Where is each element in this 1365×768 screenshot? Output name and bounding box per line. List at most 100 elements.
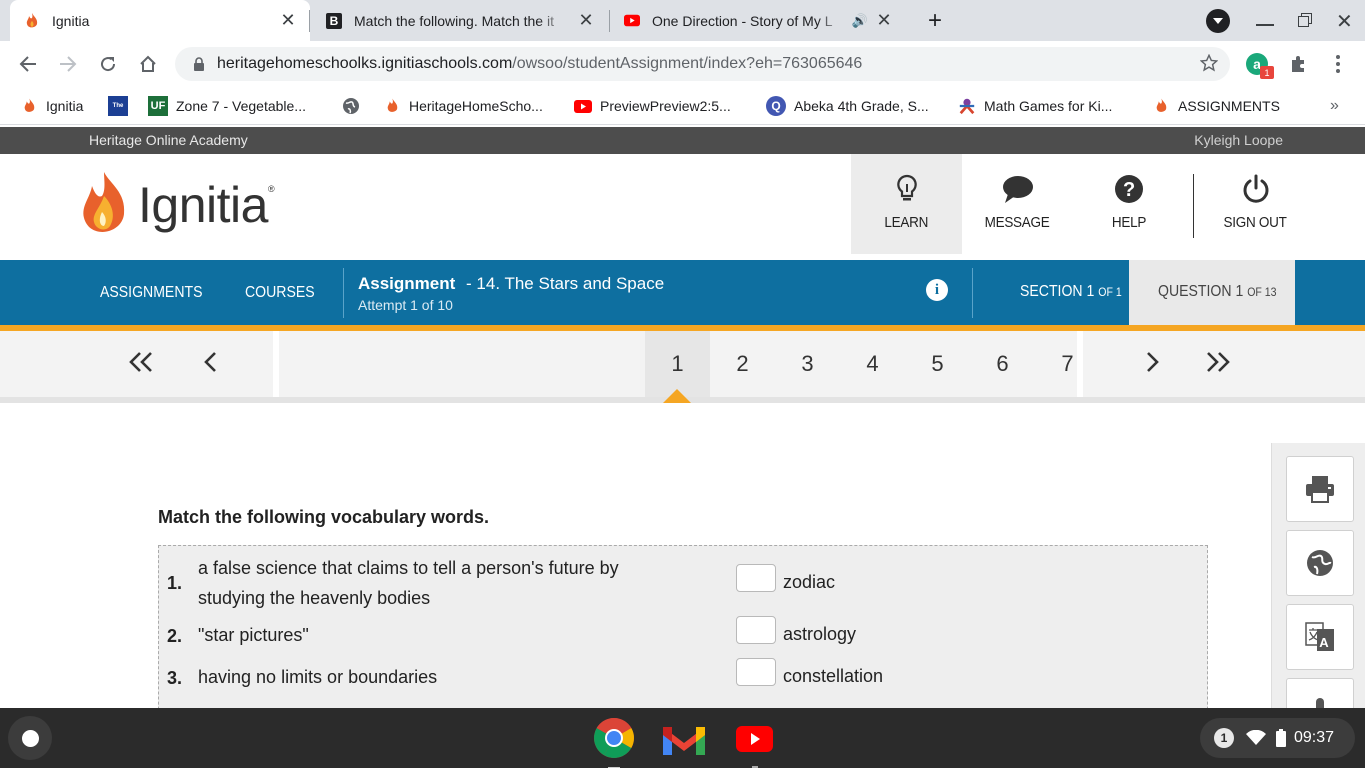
- bookmark-ignitia[interactable]: Ignitia: [20, 87, 83, 125]
- nav-label: MESSAGE: [985, 214, 1050, 231]
- gmail-app[interactable]: [663, 723, 705, 760]
- launcher-button[interactable]: [8, 716, 52, 760]
- browser-toolbar: heritagehomeschoolks.ignitiaschools.com /…: [0, 41, 1365, 87]
- nav-learn[interactable]: LEARN: [851, 154, 962, 254]
- answer-input[interactable]: [736, 616, 776, 644]
- info-icon[interactable]: i: [926, 279, 948, 301]
- star-icon[interactable]: [1199, 53, 1219, 77]
- arrow-right-icon: [60, 56, 77, 72]
- chrome-app[interactable]: [593, 717, 635, 768]
- more-bookmarks-button[interactable]: »: [1330, 87, 1339, 125]
- close-icon[interactable]: ✕: [280, 10, 296, 31]
- courses-link[interactable]: COURSES: [245, 284, 324, 302]
- gmail-icon: [663, 727, 705, 755]
- restore-button[interactable]: [1298, 13, 1312, 27]
- bookmarks-bar: Ignitia The UF Zone 7 - Vegetable... Her…: [0, 87, 1365, 125]
- tab-ignitia[interactable]: Ignitia ✕: [10, 0, 310, 41]
- reload-button[interactable]: [90, 41, 126, 87]
- pager-left: [0, 331, 273, 397]
- answer-option: zodiac: [783, 572, 836, 592]
- web-search-button[interactable]: [1286, 530, 1354, 596]
- divider: [343, 268, 344, 318]
- chrome-icon: [594, 718, 634, 758]
- nav-label: LEARN: [884, 214, 929, 231]
- url-host: heritagehomeschoolks.ignitiaschools.com: [217, 55, 513, 72]
- translate-button[interactable]: A: [1286, 604, 1354, 670]
- bookmark-globe[interactable]: [342, 87, 368, 125]
- back-button[interactable]: [10, 41, 46, 87]
- print-button[interactable]: [1286, 456, 1354, 522]
- close-window-button[interactable]: ✕: [1336, 9, 1353, 34]
- question-indicator: QUESTION 1 OF 13: [1129, 260, 1295, 325]
- page-1[interactable]: 1: [645, 331, 710, 397]
- bookmark-heritagehomeschool[interactable]: HeritageHomeScho...: [383, 87, 543, 125]
- bookmark-preview[interactable]: PreviewPreview2:5...: [574, 87, 731, 125]
- tab-search-button[interactable]: [1206, 9, 1230, 33]
- lock-icon: [194, 57, 204, 71]
- item-number: 3.: [167, 668, 183, 688]
- bookmark-weather-channel[interactable]: The: [108, 87, 136, 125]
- bookmark-label: ASSIGNMENTS: [1178, 98, 1280, 114]
- os-shelf: 1 09:37: [0, 708, 1365, 768]
- tab-brainly[interactable]: B Match the following. Match the it ✕: [312, 0, 608, 41]
- bookmark-math-games[interactable]: Math Games for Ki...: [958, 87, 1112, 125]
- assignment-bar: ASSIGNMENTS COURSES Assignment - 14. The…: [0, 260, 1365, 325]
- forward-button[interactable]: [50, 41, 86, 87]
- printer-icon: [1306, 476, 1334, 503]
- new-tab-button[interactable]: +: [922, 7, 948, 34]
- assignment-heading: Assignment - 14. The Stars and Space: [358, 274, 664, 294]
- clock: 09:37: [1294, 729, 1335, 746]
- page-2[interactable]: 2: [710, 331, 775, 397]
- launcher-icon: [21, 729, 39, 747]
- question-pager: 1 2 3 4 5 6 7: [0, 331, 1365, 403]
- answer-input[interactable]: [736, 658, 776, 686]
- tab-youtube[interactable]: One Direction - Story of My L 🔊 ✕: [610, 0, 906, 41]
- next-page-button[interactable]: [1143, 349, 1163, 380]
- uf-icon: UF: [148, 96, 168, 116]
- ignitia-flame-icon: [83, 172, 125, 232]
- youtube-app[interactable]: [736, 726, 773, 768]
- question-prompt: Match the following vocabulary words.: [158, 507, 490, 527]
- ignitia-logo[interactable]: Ignitia ®: [80, 170, 275, 240]
- globe-icon: [1307, 550, 1333, 576]
- help-icon: ?: [1114, 175, 1143, 203]
- tab-title: One Direction - Story of My L: [652, 12, 833, 29]
- brainly-icon: B: [326, 12, 342, 29]
- page-6[interactable]: 6: [970, 331, 1035, 397]
- item-text-line: a false science that claims to tell a pe…: [198, 558, 619, 578]
- page-5[interactable]: 5: [905, 331, 970, 397]
- answer-input[interactable]: [736, 564, 776, 592]
- assignments-link[interactable]: ASSIGNMENTS: [100, 284, 216, 302]
- audio-playing-icon[interactable]: 🔊: [852, 13, 868, 29]
- user-name[interactable]: Kyleigh Loope: [1194, 132, 1283, 148]
- tab-title: Ignitia: [52, 12, 90, 29]
- nav-sign-out[interactable]: SIGN OUT: [1200, 154, 1311, 254]
- page-3[interactable]: 3: [775, 331, 840, 397]
- minimize-button[interactable]: [1256, 12, 1274, 30]
- item-text: "star pictures": [198, 625, 309, 645]
- assignment-label: Assignment: [358, 274, 456, 293]
- first-page-button[interactable]: [128, 349, 154, 380]
- org-name: Heritage Online Academy: [89, 132, 248, 148]
- close-icon[interactable]: ✕: [578, 10, 594, 31]
- page-4[interactable]: 4: [840, 331, 905, 397]
- extensions-button[interactable]: [1280, 41, 1316, 87]
- address-bar[interactable]: heritagehomeschoolks.ignitiaschools.com /…: [175, 47, 1230, 81]
- last-page-button[interactable]: [1205, 349, 1231, 380]
- nav-message[interactable]: MESSAGE: [962, 154, 1073, 254]
- status-tray[interactable]: 1 09:37: [1200, 718, 1355, 758]
- power-icon: [1243, 174, 1268, 203]
- browser-menu-button[interactable]: [1320, 41, 1356, 87]
- bookmark-zone-7[interactable]: UF Zone 7 - Vegetable...: [148, 87, 306, 125]
- home-button[interactable]: [130, 41, 166, 87]
- ignitia-flame-icon: [383, 97, 401, 115]
- home-icon: [140, 55, 156, 72]
- bookmark-assignments[interactable]: ASSIGNMENTS: [1152, 87, 1280, 125]
- prev-page-button[interactable]: [200, 349, 220, 380]
- close-icon[interactable]: ✕: [876, 10, 892, 31]
- extension-badge: 1: [1260, 66, 1274, 79]
- bookmark-abeka[interactable]: Q Abeka 4th Grade, S...: [766, 87, 929, 125]
- wifi-icon: [1246, 730, 1266, 745]
- nav-help[interactable]: ? HELP: [1073, 154, 1184, 254]
- current-page-marker: [663, 389, 691, 403]
